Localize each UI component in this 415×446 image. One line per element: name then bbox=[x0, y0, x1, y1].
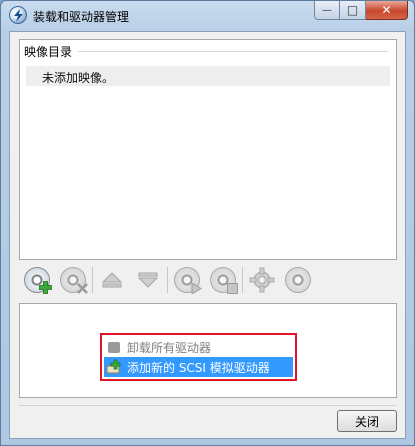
settings-button[interactable] bbox=[244, 263, 280, 297]
toolbar-separator bbox=[242, 267, 243, 293]
dialog-window: 装载和驱动器管理 — □ ✕ 映像目录 未添加映像。 卸载所有驱动器 添加新的 … bbox=[0, 0, 415, 446]
empty-list-message: 未添加映像。 bbox=[42, 71, 115, 85]
add-drive-icon bbox=[106, 359, 122, 375]
close-button[interactable]: 关闭 bbox=[337, 410, 397, 432]
menu-item-add-scsi-drive[interactable]: 添加新的 SCSI 模拟驱动器 bbox=[104, 357, 293, 377]
unmount-button[interactable] bbox=[205, 263, 241, 297]
drive-list-panel[interactable]: 卸载所有驱动器 添加新的 SCSI 模拟驱动器 bbox=[19, 303, 397, 398]
add-image-button[interactable] bbox=[19, 263, 55, 297]
settings-gear-icon bbox=[249, 267, 275, 293]
close-icon: ✕ bbox=[381, 3, 392, 17]
maximize-icon: □ bbox=[346, 3, 359, 17]
move-down-button[interactable] bbox=[130, 263, 166, 297]
toolbar bbox=[19, 262, 397, 298]
menu-item-label: 卸载所有驱动器 bbox=[127, 340, 212, 355]
window-controls: — □ ✕ bbox=[314, 1, 408, 21]
burn-disc-button[interactable] bbox=[280, 263, 316, 297]
move-up-icon bbox=[101, 272, 123, 288]
dialog-body: 映像目录 未添加映像。 卸载所有驱动器 添加新的 SCSI 模拟驱动器 关闭 bbox=[9, 31, 406, 439]
plus-badge-icon bbox=[39, 281, 52, 294]
context-menu: 卸载所有驱动器 添加新的 SCSI 模拟驱动器 bbox=[100, 333, 297, 381]
mount-button[interactable] bbox=[169, 263, 205, 297]
close-window-button[interactable]: ✕ bbox=[366, 1, 408, 20]
stop-badge-icon bbox=[227, 283, 238, 294]
move-up-button[interactable] bbox=[94, 263, 130, 297]
x-badge-icon bbox=[77, 283, 88, 294]
remove-image-button[interactable] bbox=[55, 263, 91, 297]
play-badge-icon bbox=[191, 283, 202, 294]
image-list-panel[interactable]: 映像目录 未添加映像。 bbox=[19, 39, 397, 260]
minimize-icon: — bbox=[322, 4, 332, 16]
menu-item-unmount-all[interactable]: 卸载所有驱动器 bbox=[104, 337, 293, 357]
list-item[interactable]: 未添加映像。 bbox=[26, 66, 390, 86]
menu-item-label: 添加新的 SCSI 模拟驱动器 bbox=[127, 360, 270, 375]
title-bar[interactable]: 装载和驱动器管理 — □ ✕ bbox=[1, 1, 414, 31]
drive-icon bbox=[106, 339, 122, 355]
toolbar-separator bbox=[167, 267, 168, 293]
header-divider bbox=[78, 51, 388, 52]
minimize-button[interactable]: — bbox=[314, 1, 340, 20]
maximize-button[interactable]: □ bbox=[340, 1, 366, 20]
burn-disc-icon bbox=[285, 267, 311, 293]
image-list-header: 映像目录 bbox=[24, 45, 73, 59]
move-down-icon bbox=[137, 272, 159, 288]
window-title: 装载和驱动器管理 bbox=[33, 10, 130, 24]
footer-divider bbox=[19, 405, 396, 406]
app-lightning-icon bbox=[9, 6, 27, 24]
toolbar-separator bbox=[92, 267, 93, 293]
